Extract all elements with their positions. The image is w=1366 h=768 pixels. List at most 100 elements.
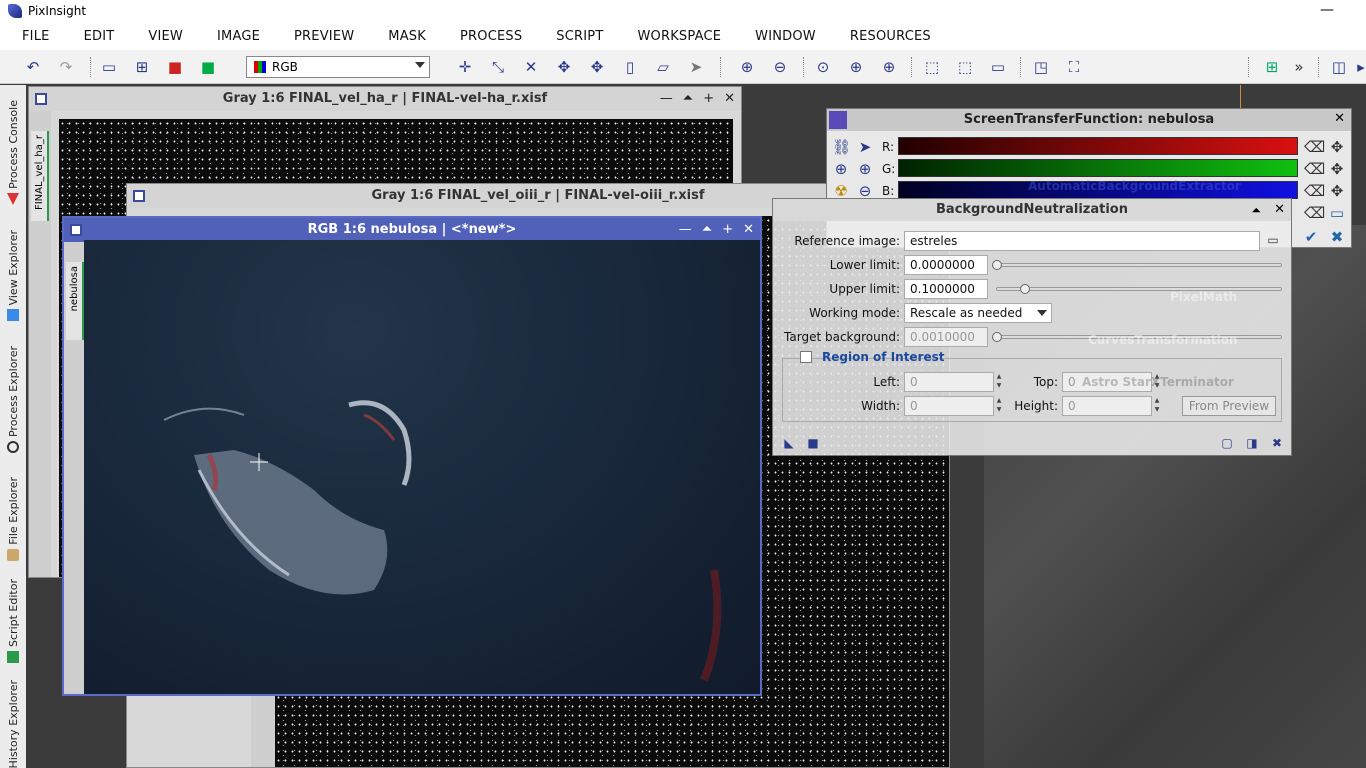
center-mode-icon[interactable]: ✥ (555, 58, 573, 76)
bn-shade-icon[interactable]: ⏶ (1251, 203, 1261, 218)
apply-global-icon[interactable]: ■ (804, 434, 822, 452)
browse-doc-icon[interactable]: ▢ (1218, 434, 1236, 452)
shade-icon[interactable]: ⏶ (702, 222, 712, 237)
close-icon[interactable]: ✕ (724, 91, 735, 106)
zoom-in-icon[interactable]: ⊕ (832, 160, 850, 178)
upper-limit-knob[interactable] (1020, 284, 1030, 294)
new-image-icon[interactable]: ⊞ (133, 58, 151, 76)
menu-mask[interactable]: MASK (354, 29, 426, 44)
reset-icon[interactable]: ✖ (1268, 434, 1286, 452)
height-spinner[interactable]: ▲ ▼ (1152, 396, 1162, 416)
select-view-icon[interactable]: ▭ (1264, 231, 1282, 249)
reset-b-icon[interactable]: ⌫ (1304, 182, 1325, 200)
width-spinner[interactable]: ▲ ▼ (994, 396, 1004, 416)
reference-image-field[interactable]: estreles (904, 231, 1260, 251)
tab-script-editor[interactable]: Script Editor (0, 569, 26, 663)
ghost-icon-starx[interactable]: Astro StarXTerminator (1082, 375, 1234, 389)
undo-icon[interactable]: ↶ (24, 58, 42, 76)
pointer-icon[interactable]: ➤ (856, 138, 874, 156)
roi-checkbox[interactable] (800, 351, 812, 363)
upper-limit-field[interactable]: 0.1000000 (904, 279, 988, 299)
shade-icon[interactable]: ⏶ (683, 91, 693, 106)
stf-g-bar[interactable] (898, 159, 1298, 177)
edit-preview-icon[interactable]: ▱ (654, 58, 672, 76)
tab-process-explorer[interactable]: Process Explorer (0, 329, 26, 453)
readout-mode-icon[interactable]: ✛ (456, 58, 474, 76)
reset-all-icon[interactable]: ✖ (1328, 228, 1346, 246)
target-background-field[interactable]: 0.0010000 (904, 327, 988, 347)
fullscreen-icon[interactable]: ⛶ (1065, 58, 1083, 76)
close-icon[interactable]: ✕ (743, 222, 754, 237)
menu-view[interactable]: VIEW (114, 29, 183, 44)
from-preview-button[interactable]: From Preview (1182, 396, 1276, 416)
reset-l-icon[interactable]: ⌫ (1304, 204, 1325, 222)
view-tab-ha[interactable]: FINAL_vel_ha_r (31, 131, 49, 221)
width-field[interactable]: 0 (904, 396, 994, 416)
minimize-app-button[interactable]: — (1320, 2, 1334, 18)
channel-combo[interactable]: RGB (246, 56, 430, 78)
new-instance-icon[interactable]: ⊞ (1263, 58, 1281, 76)
zoom-fit-icon[interactable]: ⊕ (856, 160, 874, 178)
stf-close-icon[interactable]: ✕ (1334, 111, 1345, 126)
maximize-icon[interactable]: + (722, 222, 733, 237)
stf-r-bar[interactable] (898, 137, 1298, 155)
rgb-channels-icon[interactable]: ■ (166, 58, 184, 76)
monitor-icon[interactable]: ▭ (1328, 204, 1346, 222)
ghost-icon-abe[interactable]: AutomaticBackgroundExtractor (1028, 179, 1241, 193)
split-channels-icon[interactable]: ■ (199, 58, 217, 76)
menu-preview[interactable]: PREVIEW (260, 29, 354, 44)
nebulosa-image[interactable] (84, 240, 760, 694)
overflow-icon[interactable]: ▸ (1356, 58, 1366, 76)
bn-close-icon[interactable]: ✕ (1274, 202, 1285, 217)
menu-window[interactable]: WINDOW (721, 29, 816, 44)
working-mode-select[interactable]: Rescale as needed (904, 303, 1052, 323)
fit-screen-icon[interactable]: ▭ (989, 58, 1007, 76)
left-spinner[interactable]: ▲ ▼ (994, 372, 1004, 392)
tab-file-explorer[interactable]: File Explorer (0, 461, 26, 561)
new-instance-icon[interactable]: ◣ (780, 434, 798, 452)
move-icon[interactable]: ✥ (588, 58, 606, 76)
page-icon[interactable]: ▯ (621, 58, 639, 76)
zoom-out-icon[interactable]: ⊖ (771, 58, 789, 76)
tab-view-explorer[interactable]: View Explorer (0, 213, 26, 321)
zoom-in-icon[interactable]: ⊕ (738, 58, 756, 76)
reset-g-icon[interactable]: ⌫ (1304, 160, 1325, 178)
ghost-icon-pixelmath[interactable]: PixelMath (1170, 290, 1237, 304)
view-tab-nebulosa[interactable]: nebulosa (66, 262, 84, 340)
upper-limit-slider[interactable] (996, 287, 1282, 291)
toolbar-overflow-icon[interactable]: » (1290, 58, 1308, 76)
minimize-icon[interactable]: — (679, 222, 692, 237)
apply-check-icon[interactable]: ✔ (1302, 228, 1320, 246)
menu-workspace[interactable]: WORKSPACE (603, 29, 721, 44)
link-icon[interactable]: ⛓ (832, 138, 851, 156)
zoom-mode-icon[interactable]: ⤡ (489, 58, 507, 76)
lower-limit-knob[interactable] (992, 260, 1002, 270)
menu-edit[interactable]: EDIT (50, 29, 115, 44)
fit-window-icon[interactable]: ⬚ (956, 58, 974, 76)
lower-limit-field[interactable]: 0.0000000 (904, 255, 988, 275)
menu-process[interactable]: PROCESS (426, 29, 522, 44)
ghost-icon-curves[interactable]: CurvesTransformation (1088, 333, 1238, 347)
tab-process-console[interactable]: Process Console (0, 87, 26, 205)
panel-toggle-icon[interactable]: ◫ (1330, 58, 1348, 76)
minimize-icon[interactable]: — (660, 91, 673, 106)
menu-file[interactable]: FILE (0, 29, 50, 44)
fix-r-icon[interactable]: ✥ (1328, 138, 1346, 156)
zoom-fit-out-icon[interactable]: ⊕ (880, 58, 898, 76)
lower-limit-slider[interactable] (996, 263, 1282, 267)
maximize-icon[interactable]: + (703, 91, 714, 106)
left-field[interactable]: 0 (904, 372, 994, 392)
height-field[interactable]: 0 (1062, 396, 1152, 416)
fix-g-icon[interactable]: ✥ (1328, 160, 1346, 178)
fit-view-icon[interactable]: ⬚ (923, 58, 941, 76)
zoom-1-1-icon[interactable]: ⊙ (814, 58, 832, 76)
zoom-fit-in-icon[interactable]: ⊕ (847, 58, 865, 76)
reset-r-icon[interactable]: ⌫ (1304, 138, 1325, 156)
image-identifier-icon[interactable]: ▭ (100, 58, 118, 76)
menu-resources[interactable]: RESOURCES (816, 29, 931, 44)
maximize-view-icon[interactable]: ◳ (1032, 58, 1050, 76)
menu-script[interactable]: SCRIPT (522, 29, 603, 44)
redo-icon[interactable]: ↷ (57, 58, 75, 76)
pointer-icon[interactable]: ➤ (687, 58, 705, 76)
tab-history-explorer[interactable]: History Explorer (0, 671, 26, 768)
